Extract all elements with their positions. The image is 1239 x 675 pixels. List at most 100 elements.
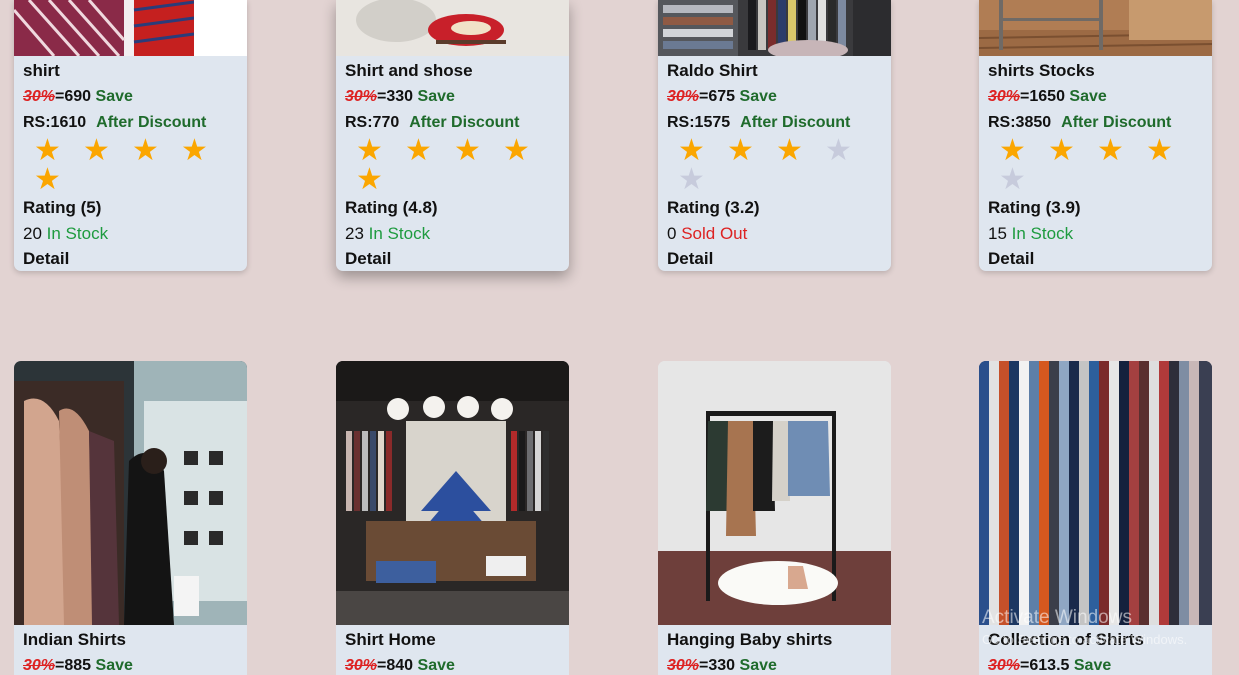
star-icon: ★ xyxy=(1048,134,1075,167)
product-image[interactable] xyxy=(14,0,247,56)
stock-line: 0 Sold Out xyxy=(667,221,881,247)
discount-percent: 30% xyxy=(988,88,1021,105)
star-icon: ★ xyxy=(503,134,530,167)
price: RS:1575 xyxy=(667,114,731,131)
discount-line: 30%=613.5 Save xyxy=(988,653,1202,675)
star-icon: ★ xyxy=(825,134,852,167)
product-image[interactable] xyxy=(979,0,1212,56)
product-card-7[interactable]: Hanging Baby shirts 30%=330 Save xyxy=(658,361,891,675)
save-label: Save xyxy=(1069,88,1107,105)
rating-text: Rating (3.9) xyxy=(988,198,1081,217)
discount-percent: 30% xyxy=(23,88,56,105)
product-title: Collection of Shirts xyxy=(988,630,1144,649)
star-icon: ★ xyxy=(405,134,432,167)
product-title: Hanging Baby shirts xyxy=(667,630,833,649)
star-icon: ★ xyxy=(776,134,803,167)
detail-link[interactable]: Detail xyxy=(667,247,881,271)
star-icon: ★ xyxy=(1097,134,1124,167)
product-title: Raldo Shirt xyxy=(667,61,758,80)
star-rating: ★ ★ ★ ★★ xyxy=(23,134,223,196)
product-card-4[interactable]: shirts Stocks 30%=1650 Save RS:3850 After… xyxy=(979,0,1212,271)
star-rating: ★ ★ ★ ★★ xyxy=(667,134,867,196)
star-rating: ★ ★ ★ ★★ xyxy=(988,134,1188,196)
star-icon: ★ xyxy=(83,134,110,167)
stock-line: 23 In Stock xyxy=(345,221,559,247)
product-card-6[interactable]: Shirt Home 30%=840 Save xyxy=(336,361,569,675)
star-icon: ★ xyxy=(356,134,383,167)
discount-line: 30%=330 Save xyxy=(345,84,559,110)
detail-link[interactable]: Detail xyxy=(23,247,237,271)
after-discount-label: After Discount xyxy=(96,114,207,131)
product-title: Shirt Home xyxy=(345,630,436,649)
stock-line: 20 In Stock xyxy=(23,221,237,247)
save-amount: =330 xyxy=(699,657,736,674)
product-image[interactable] xyxy=(14,361,247,625)
star-icon: ★ xyxy=(999,163,1026,196)
save-label: Save xyxy=(1073,657,1112,674)
star-icon: ★ xyxy=(678,163,705,196)
discount-percent: 30% xyxy=(345,657,378,674)
product-image[interactable] xyxy=(658,0,891,56)
save-amount: =613.5 xyxy=(1020,657,1070,674)
stock-count: 20 xyxy=(23,224,42,243)
star-icon: ★ xyxy=(132,134,159,167)
detail-link[interactable]: Detail xyxy=(988,247,1202,271)
star-icon: ★ xyxy=(678,134,705,167)
product-card-5[interactable]: Indian Shirts 30%=885 Save xyxy=(14,361,247,675)
price-line: RS:770 After Discount xyxy=(345,110,559,136)
discount-percent: 30% xyxy=(345,88,378,105)
product-title: Indian Shirts xyxy=(23,630,126,649)
discount-percent: 30% xyxy=(667,657,700,674)
save-amount: =675 xyxy=(699,88,736,105)
price: RS:770 xyxy=(345,114,400,131)
product-title: Shirt and shose xyxy=(345,61,473,80)
rating-text: Rating (5) xyxy=(23,198,102,217)
product-card-3[interactable]: Raldo Shirt 30%=675 Save RS:1575 After Di… xyxy=(658,0,891,271)
discount-percent: 30% xyxy=(667,88,700,105)
save-amount: =840 xyxy=(377,657,414,674)
stock-count: 0 xyxy=(667,224,677,243)
save-amount: =1650 xyxy=(1020,88,1065,105)
save-amount: =885 xyxy=(55,657,92,674)
price: RS:3850 xyxy=(988,114,1052,131)
price-line: RS:1610 After Discount xyxy=(23,110,237,136)
discount-line: 30%=330 Save xyxy=(667,653,881,675)
stock-status: Sold Out xyxy=(681,224,748,243)
save-amount: =690 xyxy=(55,88,92,105)
product-image[interactable] xyxy=(979,361,1212,625)
discount-line: 30%=1650 Save xyxy=(988,84,1202,110)
product-title: shirt xyxy=(23,61,60,80)
price-line: RS:1575 After Discount xyxy=(667,110,881,136)
after-discount-label: After Discount xyxy=(409,114,520,131)
stock-count: 15 xyxy=(988,224,1007,243)
save-label: Save xyxy=(95,657,133,674)
price: RS:1610 xyxy=(23,114,87,131)
discount-line: 30%=885 Save xyxy=(23,653,237,675)
stock-status: In Stock xyxy=(368,224,431,243)
save-label: Save xyxy=(95,88,133,105)
stock-line: 15 In Stock xyxy=(988,221,1202,247)
discount-percent: 30% xyxy=(23,657,56,674)
rating-text: Rating (3.2) xyxy=(667,198,760,217)
detail-link[interactable]: Detail xyxy=(345,247,559,271)
star-rating: ★ ★ ★ ★★ xyxy=(345,134,545,196)
product-image[interactable] xyxy=(336,0,569,56)
star-icon: ★ xyxy=(1146,134,1173,167)
product-image[interactable] xyxy=(658,361,891,625)
stock-status: In Stock xyxy=(46,224,109,243)
discount-line: 30%=690 Save xyxy=(23,84,237,110)
price-line: RS:3850 After Discount xyxy=(988,110,1202,136)
discount-line: 30%=675 Save xyxy=(667,84,881,110)
save-label: Save xyxy=(417,88,455,105)
star-icon: ★ xyxy=(454,134,481,167)
after-discount-label: After Discount xyxy=(740,114,851,131)
product-card-1[interactable]: shirt 30%=690 Save RS:1610 After Discount… xyxy=(14,0,247,271)
rating-text: Rating (4.8) xyxy=(345,198,438,217)
product-image[interactable] xyxy=(336,361,569,625)
star-icon: ★ xyxy=(356,163,383,196)
product-card-2[interactable]: Shirt and shose 30%=330 Save RS:770 After… xyxy=(336,0,569,271)
star-icon: ★ xyxy=(999,134,1026,167)
stock-count: 23 xyxy=(345,224,364,243)
star-icon: ★ xyxy=(34,163,61,196)
product-card-8[interactable]: Collection of Shirts 30%=613.5 Save xyxy=(979,361,1212,675)
